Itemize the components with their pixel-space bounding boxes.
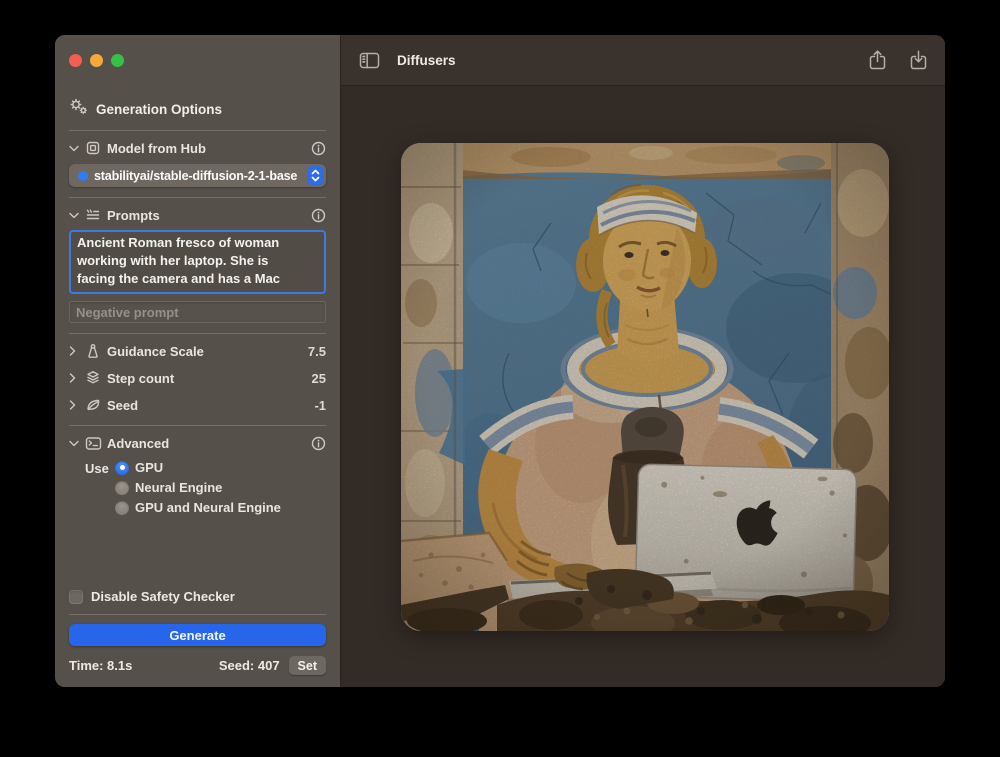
gears-icon xyxy=(69,98,88,120)
model-status-dot xyxy=(78,171,88,181)
radio-gpu-and-neural-engine-label: GPU and Neural Engine xyxy=(135,500,281,515)
negative-prompt-placeholder: Negative prompt xyxy=(76,305,179,320)
divider xyxy=(69,614,326,615)
sidebar-header: Generation Options xyxy=(69,98,326,120)
text-quote-icon xyxy=(85,207,107,223)
divider xyxy=(69,130,326,131)
main-panel: Diffusers xyxy=(340,35,945,687)
prompt-line: working with her laptop. She is xyxy=(77,252,318,270)
seed-value: -1 xyxy=(314,398,326,413)
scale-weight-icon xyxy=(85,343,107,359)
set-seed-button[interactable]: Set xyxy=(289,656,326,675)
divider xyxy=(69,197,326,198)
info-icon[interactable] xyxy=(311,436,326,451)
chevron-right-icon[interactable] xyxy=(69,400,85,410)
info-icon[interactable] xyxy=(311,208,326,223)
step-count-value: 25 xyxy=(312,371,326,386)
radio-gpu-label: GPU xyxy=(135,460,163,475)
leaf-icon xyxy=(85,397,107,413)
result-canvas xyxy=(341,86,945,687)
app-window: Generation Options Model from Hub xyxy=(55,35,945,687)
generate-button[interactable]: Generate xyxy=(69,624,326,646)
chevron-down-icon[interactable] xyxy=(69,145,85,152)
use-label: Use xyxy=(85,461,115,476)
minimize-button[interactable] xyxy=(90,54,103,67)
titlebar: Diffusers xyxy=(341,35,945,86)
advanced-row[interactable]: Advanced xyxy=(69,434,326,452)
radio-unselected-icon[interactable] xyxy=(115,501,129,515)
layers-stack-icon xyxy=(85,370,107,386)
info-icon[interactable] xyxy=(311,141,326,156)
sidebar-toggle-button[interactable] xyxy=(359,52,380,69)
sidebar-title: Generation Options xyxy=(96,102,222,117)
divider xyxy=(69,333,326,334)
compute-unit-group: Use GPU Neural Engine GPU and Neural Eng… xyxy=(69,460,326,515)
guidance-scale-value: 7.5 xyxy=(308,344,326,359)
disable-safety-checker-label: Disable Safety Checker xyxy=(91,589,235,604)
result-seed: Seed: 407 xyxy=(219,658,280,673)
prompt-line: facing the camera and has a Mac xyxy=(77,270,318,288)
traffic-lights xyxy=(69,54,326,67)
generated-image[interactable] xyxy=(401,143,889,631)
cpu-chip-icon xyxy=(85,140,107,156)
chevron-down-icon[interactable] xyxy=(69,212,85,219)
chevron-down-icon[interactable] xyxy=(69,440,85,447)
radio-neural-engine-label: Neural Engine xyxy=(135,480,222,495)
advanced-label: Advanced xyxy=(107,436,311,451)
step-count-row[interactable]: Step count 25 xyxy=(69,368,326,388)
generation-time: Time: 8.1s xyxy=(69,658,132,673)
prompts-label: Prompts xyxy=(107,208,311,223)
step-count-label: Step count xyxy=(107,371,312,386)
radio-gpu[interactable]: GPU xyxy=(115,460,281,475)
terminal-icon xyxy=(85,436,107,451)
model-from-hub-row[interactable]: Model from Hub xyxy=(69,139,326,157)
prompt-textarea[interactable]: Ancient Roman fresco of woman working wi… xyxy=(69,230,326,294)
zoom-button[interactable] xyxy=(111,54,124,67)
guidance-scale-label: Guidance Scale xyxy=(107,344,308,359)
sidebar: Generation Options Model from Hub xyxy=(55,35,340,687)
divider xyxy=(69,425,326,426)
save-download-button[interactable] xyxy=(910,50,927,70)
window-title: Diffusers xyxy=(397,53,456,68)
guidance-scale-row[interactable]: Guidance Scale 7.5 xyxy=(69,341,326,361)
disable-safety-checker-row[interactable]: Disable Safety Checker xyxy=(69,589,326,604)
radio-gpu-and-neural-engine[interactable]: GPU and Neural Engine xyxy=(115,500,281,515)
checkbox-unchecked-icon[interactable] xyxy=(69,590,83,604)
radio-unselected-icon[interactable] xyxy=(115,481,129,495)
seed-row[interactable]: Seed -1 xyxy=(69,395,326,415)
negative-prompt-input[interactable]: Negative prompt xyxy=(69,301,326,323)
seed-label: Seed xyxy=(107,398,314,413)
chevron-right-icon[interactable] xyxy=(69,373,85,383)
radio-selected-icon[interactable] xyxy=(115,461,129,475)
model-select[interactable]: stabilityai/stable-diffusion-2-1-base xyxy=(69,164,326,187)
share-button[interactable] xyxy=(869,50,886,70)
status-row: Time: 8.1s Seed: 407 Set xyxy=(69,656,326,675)
radio-neural-engine[interactable]: Neural Engine xyxy=(115,480,281,495)
close-button[interactable] xyxy=(69,54,82,67)
prompts-row[interactable]: Prompts xyxy=(69,206,326,224)
prompt-line: Ancient Roman fresco of woman xyxy=(77,234,318,252)
chevron-right-icon[interactable] xyxy=(69,346,85,356)
model-from-hub-label: Model from Hub xyxy=(107,141,311,156)
model-select-value: stabilityai/stable-diffusion-2-1-base xyxy=(94,169,307,183)
select-stepper-icon[interactable] xyxy=(307,166,324,185)
sidebar-bottom: Disable Safety Checker Generate Time: 8.… xyxy=(69,589,326,675)
